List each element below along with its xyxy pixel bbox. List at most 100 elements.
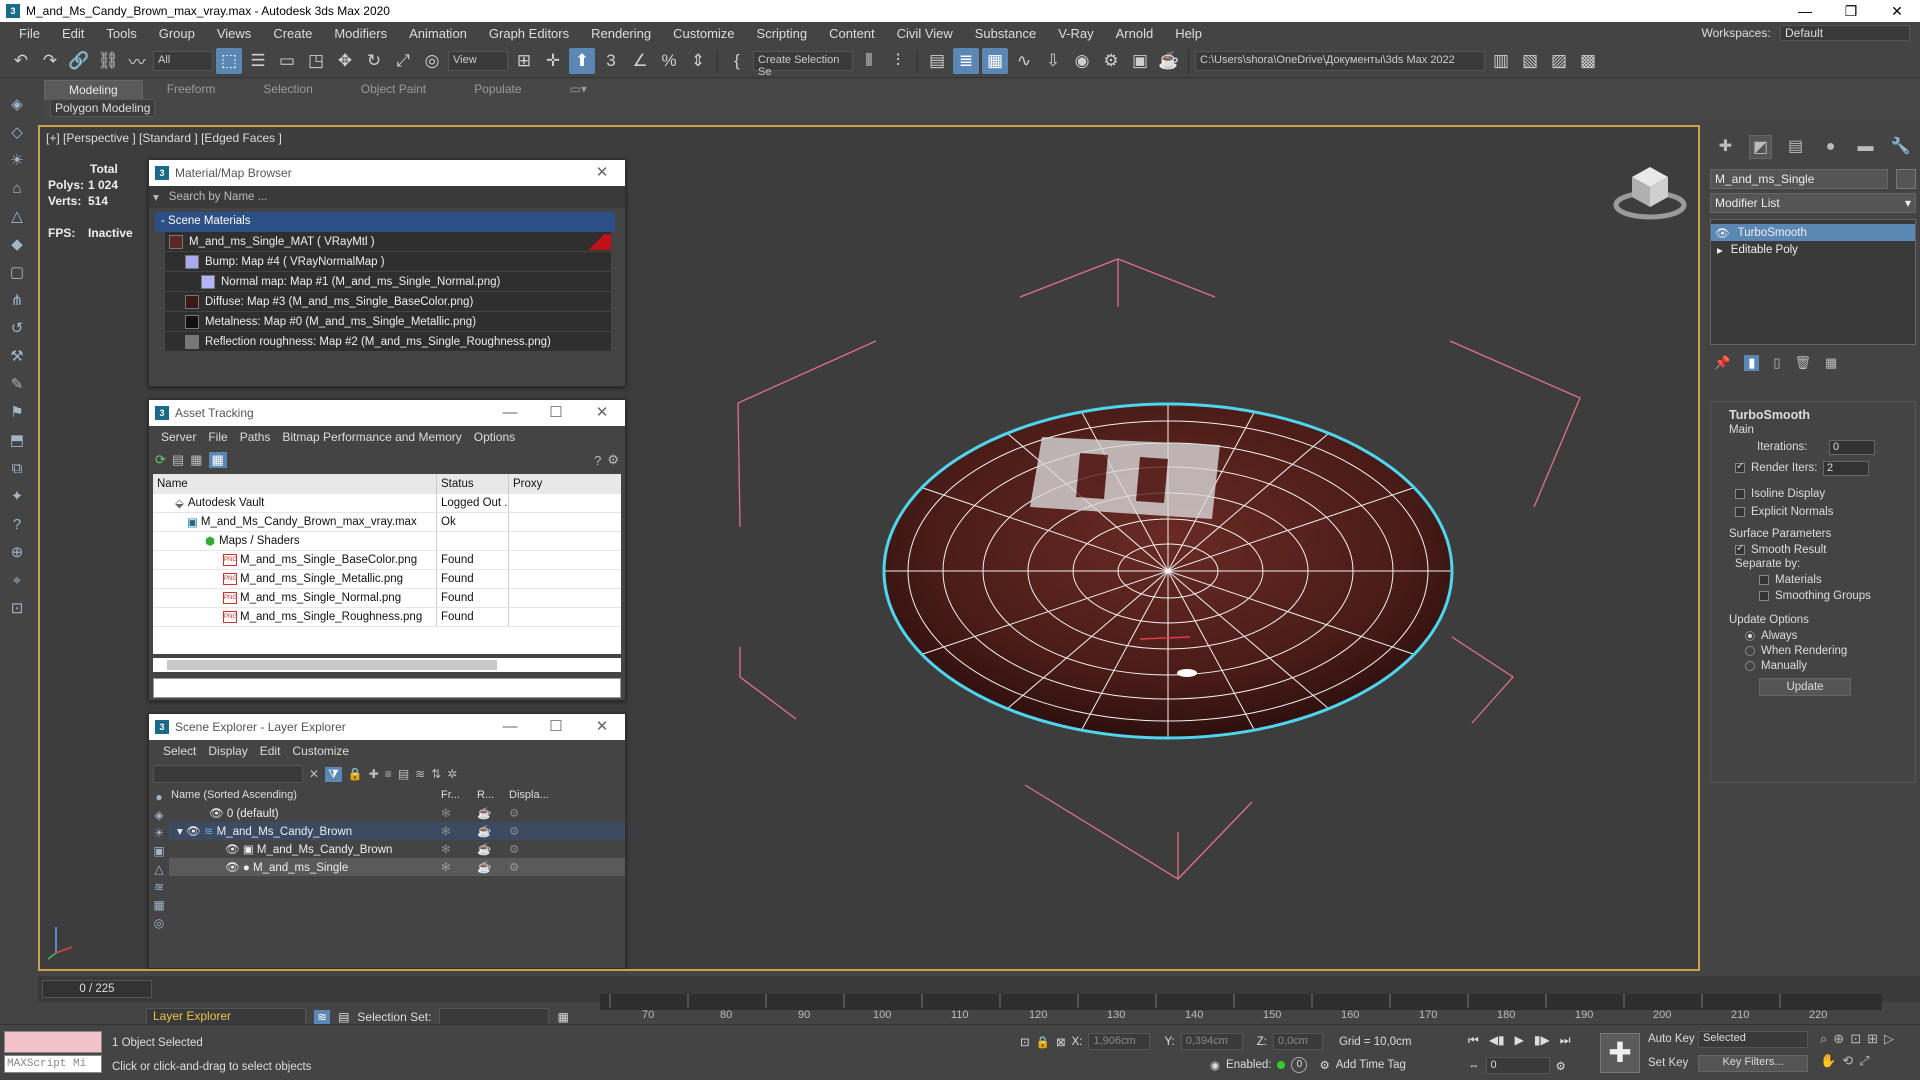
modifier-stack-item[interactable]: ▸ Editable Poly: [1711, 241, 1915, 258]
material-browser-titlebar[interactable]: 3 Material/Map Browser ✕: [149, 160, 625, 186]
align-icon[interactable]: ⫶: [885, 48, 911, 74]
reference-coordinate-dropdown[interactable]: View: [448, 50, 508, 71]
hierarchy-icon[interactable]: ⋔: [6, 290, 28, 312]
menu-edit[interactable]: Edit: [51, 26, 95, 41]
keyboard-shortcut-override-icon[interactable]: ⬆: [569, 47, 595, 74]
render-icon[interactable]: ☕: [477, 842, 509, 856]
expand-chevron-icon[interactable]: ▾: [177, 826, 183, 838]
modifier-stack-item[interactable]: 👁 TurboSmooth: [1711, 224, 1915, 241]
visibility-eye-icon[interactable]: 👁: [186, 826, 201, 838]
filter-icon[interactable]: ⧩: [325, 766, 342, 782]
shapes-icon[interactable]: △: [6, 206, 28, 228]
show-end-result-icon[interactable]: ▮: [1744, 355, 1760, 371]
material-row[interactable]: Bump: Map #4 ( VRayNormalMap ): [165, 252, 611, 272]
asset-tracking-maximize-button[interactable]: ☐: [533, 400, 579, 426]
manually-radio[interactable]: [1745, 660, 1755, 671]
menu-tools[interactable]: Tools: [95, 26, 147, 41]
se-menu-edit[interactable]: Edit: [254, 744, 287, 758]
time-tag-counter[interactable]: 0: [1291, 1057, 1308, 1073]
ribbon-tab-populate[interactable]: Populate: [450, 80, 545, 100]
zoom-all-icon[interactable]: ⊕: [1833, 1031, 1844, 1047]
se-search-input[interactable]: [153, 765, 303, 783]
modify-icon[interactable]: ✎: [6, 374, 28, 396]
asset-menu-options[interactable]: Options: [468, 430, 521, 444]
select-layer-icon[interactable]: ▤: [398, 767, 409, 781]
scene-explorer-minimize-button[interactable]: —: [487, 714, 533, 740]
go-to-end-icon[interactable]: ⏭: [1560, 1033, 1571, 1048]
column-status[interactable]: Status: [437, 474, 509, 494]
modifier-list-dropdown[interactable]: Modifier List ▾: [1710, 193, 1916, 213]
time-tag-icon[interactable]: ⚙: [1319, 1058, 1329, 1072]
table-row[interactable]: PNG M_and_ms_Single_BaseColor.png Found: [153, 551, 621, 570]
zoom-extents-icon[interactable]: ⊡: [1850, 1031, 1861, 1047]
rollout-title[interactable]: TurboSmooth: [1711, 402, 1915, 424]
column-display[interactable]: Displa...: [509, 789, 549, 801]
selection-set-edit-icon[interactable]: ▦: [557, 1010, 568, 1024]
table-row[interactable]: ⬙ Autodesk Vault Logged Out ...: [153, 494, 621, 513]
timeline-ruler[interactable]: 70 80 90 100 110 120 130 140 150 160 170…: [600, 994, 1882, 1024]
time-configuration-icon[interactable]: ⚙: [1556, 1059, 1566, 1073]
menu-vray[interactable]: V-Ray: [1047, 26, 1104, 41]
table-row[interactable]: PNG M_and_ms_Single_Metallic.png Found: [153, 570, 621, 589]
display-icon[interactable]: ▢: [6, 262, 28, 284]
angle-snap-icon[interactable]: ∠: [627, 48, 653, 74]
help-icon[interactable]: ?: [594, 453, 601, 468]
thumbnail-view-icon[interactable]: ▦: [190, 452, 202, 468]
smooth-result-checkbox[interactable]: [1735, 543, 1745, 555]
freeze-icon[interactable]: ✻: [441, 806, 477, 820]
render-icon[interactable]: ☕: [477, 806, 509, 820]
mirror-icon[interactable]: ⫴: [856, 48, 882, 74]
scale-icon[interactable]: ⤢: [390, 48, 416, 74]
object-row[interactable]: 👁 ● M_and_ms_Single ✻ ☕ ⚙: [169, 858, 625, 876]
table-row[interactable]: ⬢ Maps / Shaders: [153, 532, 621, 551]
next-frame-icon[interactable]: ▮▶: [1534, 1033, 1550, 1048]
column-name-sorted[interactable]: Name (Sorted Ascending): [169, 789, 441, 801]
plugins-icon[interactable]: ✦: [6, 486, 28, 508]
orbit-icon[interactable]: ⟲: [1842, 1053, 1853, 1069]
asset-table-scrollbar[interactable]: [153, 658, 621, 672]
asset-menu-bitmap-performance[interactable]: Bitmap Performance and Memory: [276, 430, 467, 444]
menu-help[interactable]: Help: [1164, 26, 1213, 41]
visibility-eye-icon[interactable]: 👁: [225, 844, 240, 856]
scene-explorer-close-button[interactable]: ✕: [579, 714, 625, 740]
display-icon[interactable]: ⚙: [509, 824, 549, 838]
table-row[interactable]: PNG M_and_ms_Single_Roughness.png Found: [153, 608, 621, 627]
scene-materials-group[interactable]: - Scene Materials: [155, 212, 615, 232]
link-icon[interactable]: 🔗: [66, 48, 92, 74]
help-icon[interactable]: ?: [6, 514, 28, 536]
share-icon[interactable]: ▩: [1575, 48, 1601, 74]
asset-tracking-close-button[interactable]: ✕: [579, 400, 625, 426]
iterations-spinner[interactable]: 0: [1829, 440, 1875, 455]
lock-icon[interactable]: 🔒: [348, 767, 363, 781]
perspective-viewport[interactable]: [+] [Perspective ] [Standard ] [Edged Fa…: [38, 125, 1700, 971]
layers-icon[interactable]: ⧉: [6, 458, 28, 480]
menu-modifiers[interactable]: Modifiers: [323, 26, 398, 41]
display-icon[interactable]: ⚙: [509, 860, 549, 874]
motion-tab-icon[interactable]: ●: [1819, 135, 1842, 159]
se-menu-select[interactable]: Select: [157, 744, 202, 758]
selection-filter-dropdown[interactable]: All: [153, 50, 213, 71]
menu-file[interactable]: File: [8, 26, 51, 41]
utilities-tab-icon[interactable]: 🔧: [1889, 135, 1912, 159]
expand-triangle-icon[interactable]: ▸: [1717, 243, 1723, 257]
scene-explorer-titlebar[interactable]: 3 Scene Explorer - Layer Explorer — ☐ ✕: [149, 714, 625, 740]
material-row[interactable]: Reflection roughness: Map #2 (M_and_ms_S…: [165, 332, 611, 352]
isoline-checkbox[interactable]: [1735, 488, 1745, 499]
display-cameras-icon[interactable]: ▣: [153, 844, 164, 858]
snap-icon[interactable]: ⊕: [6, 542, 28, 564]
absolute-mode-icon[interactable]: ⊠: [1056, 1035, 1066, 1049]
column-render[interactable]: R...: [477, 789, 509, 801]
material-browser-close-button[interactable]: ✕: [579, 160, 625, 186]
freeze-icon[interactable]: ✻: [441, 860, 477, 874]
play-icon[interactable]: ▶: [1515, 1033, 1524, 1048]
grid-icon[interactable]: ⊡: [6, 598, 28, 620]
schematic-view-icon[interactable]: ⇩: [1040, 48, 1066, 74]
render-icon[interactable]: ☕: [477, 860, 509, 874]
table-row[interactable]: PNG M_and_ms_Single_Normal.png Found: [153, 589, 621, 608]
highlight-icon[interactable]: ✲: [447, 767, 457, 781]
display-groups-icon[interactable]: ▦: [153, 898, 164, 912]
render-iters-checkbox[interactable]: [1735, 461, 1745, 473]
ribbon-tab-freeform[interactable]: Freeform: [143, 80, 240, 100]
lights-icon[interactable]: ☀: [6, 150, 28, 172]
menu-rendering[interactable]: Rendering: [580, 26, 662, 41]
